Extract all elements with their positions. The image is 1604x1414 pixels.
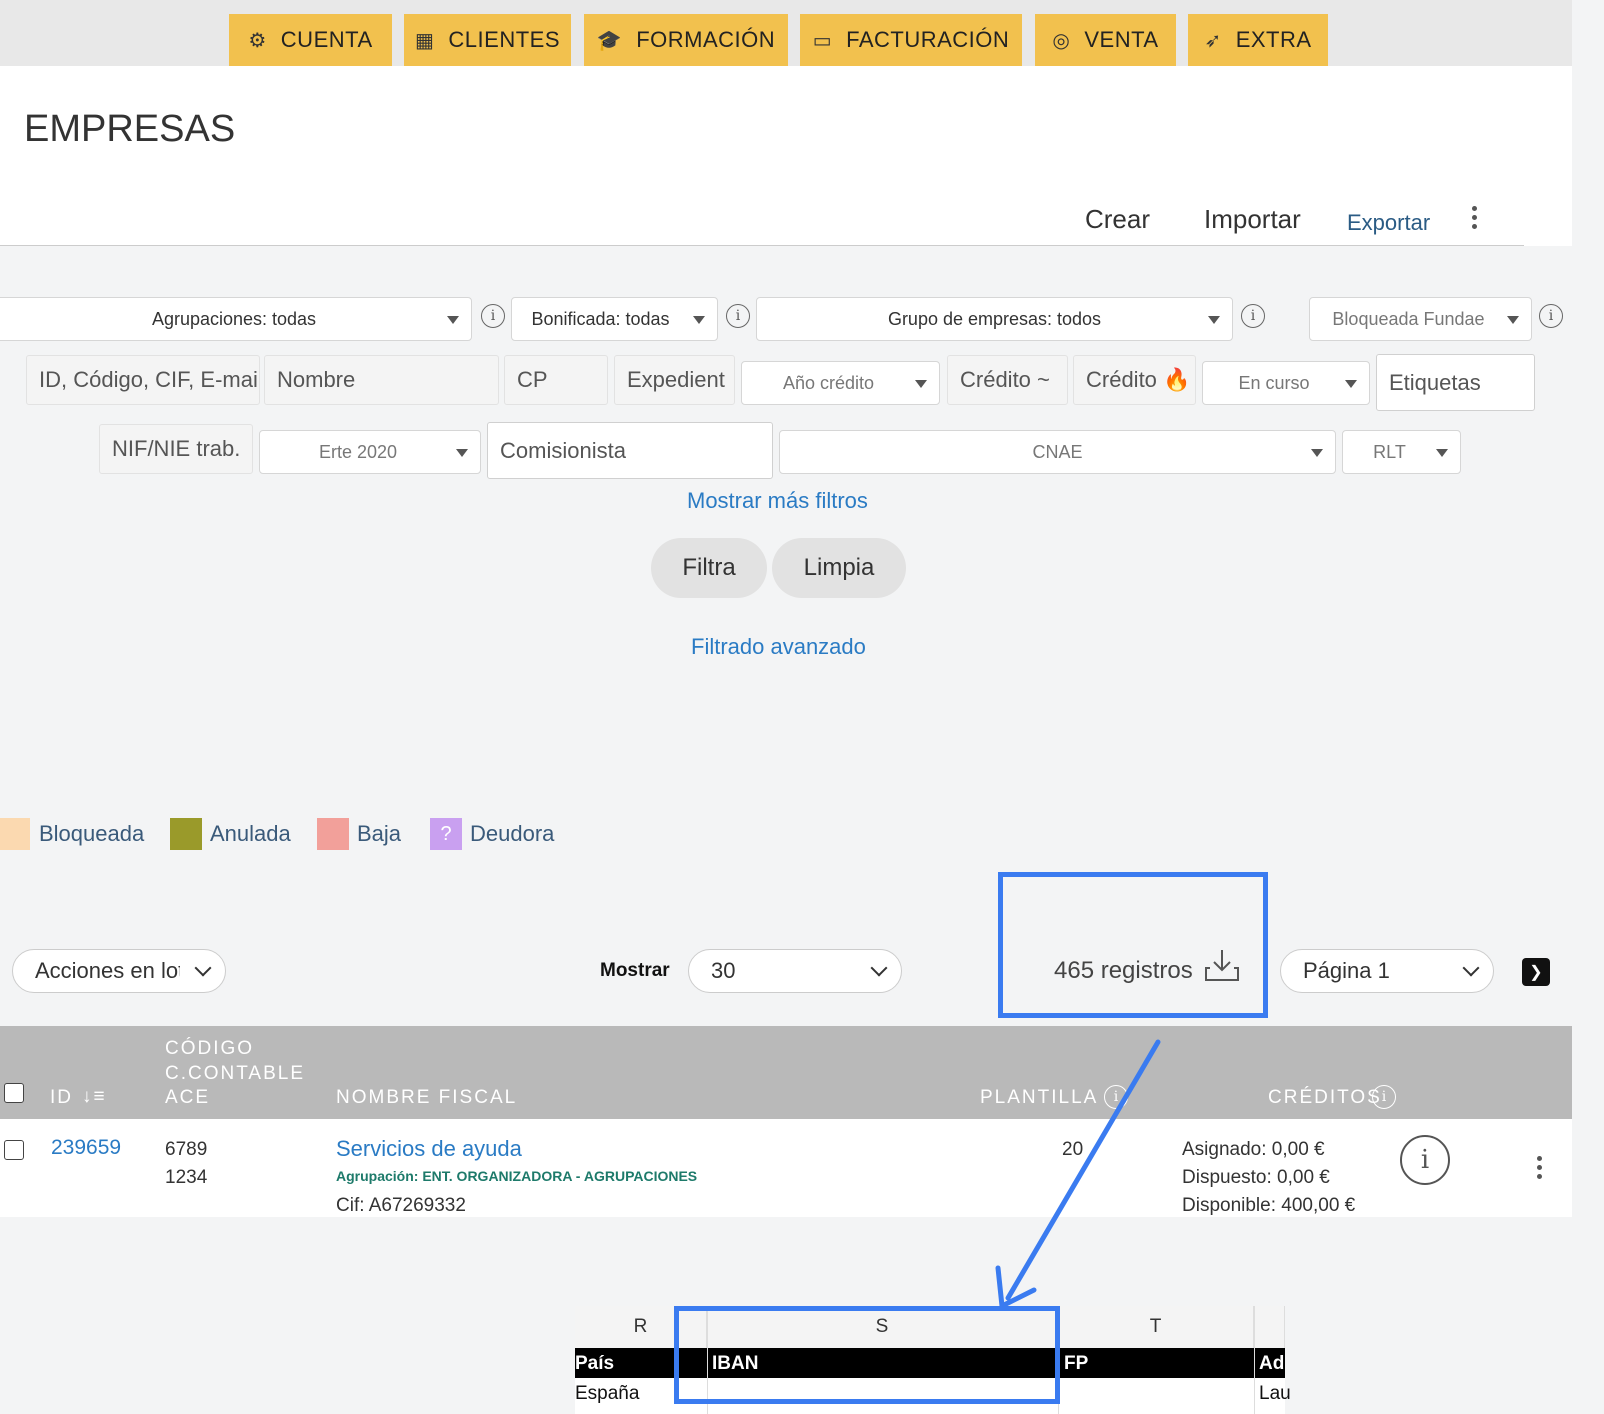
more-options-icon[interactable] (1472, 206, 1480, 229)
legend-anulada-swatch (170, 818, 202, 850)
cell-ad-header: Ad (1259, 1353, 1285, 1374)
row-asignado: Asignado: 0,00 € (1182, 1139, 1325, 1160)
row-codigo: 6789 (165, 1139, 208, 1160)
graduation-cap-icon: 🎓 (596, 29, 623, 52)
nif-input[interactable]: NIF/NIE trab. (99, 424, 253, 474)
filtrado-avanzado-link[interactable]: Filtrado avanzado (691, 634, 866, 660)
row-more-icon[interactable] (1537, 1156, 1545, 1179)
filtra-button[interactable]: Filtra (651, 538, 767, 598)
row-info-icon[interactable]: i (1400, 1135, 1450, 1185)
bonificada-select[interactable]: Bonificada: todas (511, 297, 718, 341)
legend-anulada-label: Anulada (210, 821, 291, 846)
crear-button[interactable]: Crear (1085, 204, 1150, 235)
nav-clientes[interactable]: ▦ CLIENTES (404, 14, 571, 66)
credito-tilde-input[interactable]: Crédito ~ (947, 355, 1068, 405)
anio-credito-select[interactable]: Año crédito (741, 361, 940, 405)
expediente-input[interactable]: Expedient (614, 355, 735, 405)
header-id[interactable]: ID (50, 1087, 73, 1109)
legend-bloqueada-swatch (0, 818, 30, 850)
money-bill-icon: ▭ (812, 29, 833, 52)
row-disponible: Disponible: 400,00 € (1182, 1195, 1356, 1216)
highlight-box-registros (998, 872, 1268, 1018)
next-page-button[interactable]: ❯ (1522, 958, 1550, 986)
select-all-checkbox[interactable] (4, 1083, 24, 1103)
row-dispuesto: Dispuesto: 0,00 € (1182, 1167, 1330, 1188)
info-icon[interactable]: i (726, 304, 750, 328)
mostrar-select[interactable]: 30 (688, 949, 902, 993)
header-plantilla: PLANTILLA (980, 1087, 1099, 1108)
cell-pais-header: País (575, 1353, 615, 1374)
cp-input[interactable]: CP (504, 355, 608, 405)
header-panel (0, 66, 1572, 246)
sort-icon[interactable]: ↓≡ (82, 1086, 107, 1108)
building-icon: ▦ (415, 29, 435, 52)
chevron-down-icon (194, 959, 212, 977)
legend-baja-swatch (317, 818, 349, 850)
rocket-icon: ➶ (1204, 29, 1222, 52)
etiquetas-input[interactable]: Etiquetas (1376, 354, 1535, 411)
header-nombre-fiscal: NOMBRE FISCAL (336, 1087, 518, 1108)
agrupaciones-select[interactable]: Agrupaciones: todas (0, 297, 472, 341)
legend-baja-label: Baja (357, 821, 402, 846)
comisionista-input[interactable]: Comisionista (487, 422, 773, 479)
mostrar-mas-filtros-link[interactable]: Mostrar más filtros (687, 488, 868, 514)
acciones-lote-select[interactable]: Acciones en lote (12, 949, 226, 993)
window-edge (1572, 0, 1604, 1414)
importar-button[interactable]: Importar (1204, 204, 1301, 235)
cell-pais-value: España (575, 1383, 640, 1404)
id-search-input[interactable]: ID, Código, CIF, E-mail (26, 355, 260, 405)
limpia-button[interactable]: Limpia (772, 538, 906, 598)
cnae-select[interactable]: CNAE (779, 430, 1336, 474)
info-icon[interactable]: i (1104, 1085, 1128, 1109)
legend-bloqueada-label: Bloqueada (39, 821, 145, 846)
info-icon[interactable]: i (481, 304, 505, 328)
chevron-down-icon (1462, 959, 1480, 977)
column-header-next (1254, 1306, 1285, 1348)
info-icon[interactable]: i (1372, 1085, 1396, 1109)
row-checkbox[interactable] (4, 1140, 24, 1160)
cell-fp-header: FP (1064, 1353, 1089, 1374)
nav-formacion[interactable]: 🎓 FORMACIÓN (584, 14, 788, 66)
grid-line (1254, 1306, 1255, 1414)
header-contable: C.CONTABLE (165, 1063, 306, 1084)
gears-icon: ⚙ (248, 29, 267, 52)
page-title: EMPRESAS (24, 108, 236, 150)
chevron-right-icon: ❯ (1529, 964, 1543, 981)
highlight-box-iban (674, 1306, 1060, 1404)
row-id-link[interactable]: 239659 (51, 1136, 121, 1160)
row-agrupacion: Agrupación: ENT. ORGANIZADORA - AGRUPACI… (336, 1168, 698, 1184)
legend-deudora-swatch: ? (430, 818, 462, 850)
exportar-button[interactable]: Exportar (1347, 210, 1430, 236)
info-icon[interactable]: i (1539, 304, 1563, 328)
legend-deudora-label: Deudora (470, 821, 555, 846)
grupo-empresas-select[interactable]: Grupo de empresas: todos (756, 297, 1233, 341)
erte-select[interactable]: Erte 2020 (259, 430, 481, 474)
pagina-select[interactable]: Página 1 (1280, 949, 1494, 993)
credito-fire-input[interactable]: Crédito 🔥 (1073, 355, 1196, 405)
cell-ad-value: Lau (1259, 1383, 1291, 1404)
row-plantilla: 20 (1062, 1139, 1084, 1160)
nav-extra[interactable]: ➶ EXTRA (1188, 14, 1328, 66)
rlt-select[interactable]: RLT (1342, 430, 1461, 474)
info-icon[interactable]: i (1241, 304, 1265, 328)
row-nombre-link[interactable]: Servicios de ayuda (336, 1136, 522, 1162)
nav-venta[interactable]: ◎ VENTA (1035, 14, 1176, 66)
header-ace: ACE (165, 1087, 211, 1108)
mostrar-label: Mostrar (600, 960, 670, 981)
nav-cuenta[interactable]: ⚙ CUENTA (229, 14, 392, 66)
bloqueada-fundae-select[interactable]: Bloqueada Fundae (1309, 297, 1532, 341)
chevron-down-icon (870, 959, 888, 977)
header-codigo: CÓDIGO (165, 1038, 255, 1059)
nav-facturacion[interactable]: ▭ FACTURACIÓN (800, 14, 1022, 66)
row-cif: Cif: A67269332 (336, 1195, 466, 1216)
target-icon: ◎ (1052, 29, 1071, 52)
header-creditos: CRÉDITOS (1268, 1087, 1382, 1108)
row-contable: 1234 (165, 1167, 208, 1188)
column-header-t: T (1058, 1306, 1254, 1348)
en-curso-select[interactable]: En curso (1202, 361, 1370, 405)
nombre-input[interactable]: Nombre (264, 355, 499, 405)
